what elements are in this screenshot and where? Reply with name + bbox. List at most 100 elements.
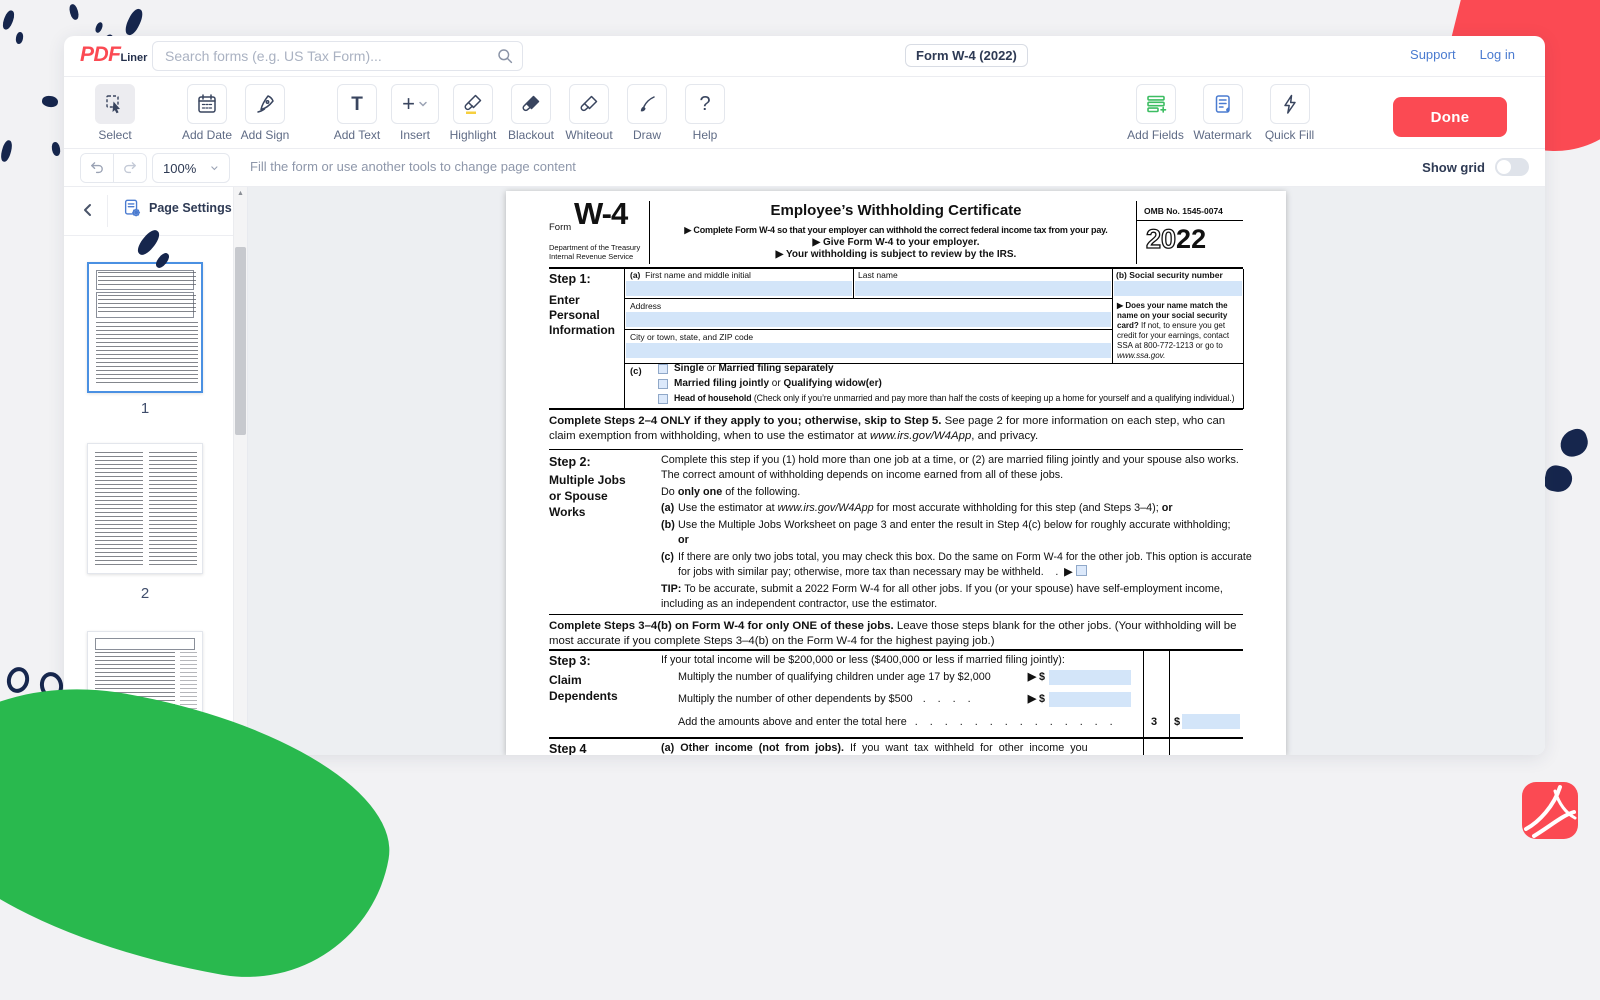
navy-blob [1557,426,1592,459]
page-1-thumbnail[interactable] [87,262,203,393]
head-of-household-checkbox[interactable] [658,394,668,404]
pdfliner-logo[interactable]: PDFLiner [80,43,147,67]
form-bullet2: ▶ Give Form W-4 to your employer. [649,237,1143,248]
step2-do-only-one: Do only one of the following. [661,485,800,500]
head-of-household-option-label: Head of household (Check only if you’re … [674,393,1234,403]
document-title-badge: Form W-4 (2022) [905,44,1028,67]
steps-3-4b-note: Complete Steps 3–4(b) on Form W-4 for on… [549,619,1243,648]
quick-fill-button[interactable]: Quick Fill [1256,84,1323,142]
login-link[interactable]: Log in [1480,47,1515,62]
step2-option-a: (a)Use the estimator at www.irs.gov/W4Ap… [661,501,1256,516]
step2-title3: Works [549,505,585,519]
zoom-level-value: 100% [163,161,196,176]
married-jointly-option-label: Married filing jointly or Qualifying wid… [674,378,882,389]
undo-icon [89,160,105,176]
add-fields-button[interactable]: Add Fields [1122,84,1189,142]
city-field[interactable] [626,343,1111,358]
form-title: Employee’s Withholding Certificate [649,202,1143,219]
first-name-label: (a) First name and middle initial [630,270,751,280]
blackout-brush-icon [520,93,542,115]
two-jobs-checkbox[interactable] [1076,565,1087,576]
ink-speck [123,7,146,37]
scroll-up-arrow-icon[interactable]: ▲ [234,187,247,201]
pages-sidebar: Page Settings 1 2 [64,187,248,755]
scrollbar-thumb[interactable] [235,247,246,435]
qualifying-children-field[interactable] [1049,670,1131,685]
omb-number: OMB No. 1545-0074 [1144,206,1223,216]
chevron-down-icon [210,162,219,174]
ssa-note: ▶ Does your name match the name on your … [1117,301,1241,361]
chevron-left-icon [80,202,96,218]
last-name-label: Last name [858,270,898,280]
zoom-level-dropdown[interactable]: 100% [152,153,230,183]
step3-label: Step 3: [549,654,591,668]
sidebar-scrollbar[interactable]: ▲ ▼ [233,187,247,755]
ssn-field[interactable] [1114,281,1242,296]
watermark-button[interactable]: Watermark [1189,84,1256,142]
blackout-button[interactable]: Blackout [502,84,560,142]
add-text-button[interactable]: T Add Text [328,84,386,142]
calendar-icon [196,93,218,115]
redo-icon [122,160,138,176]
signature-pen-icon [254,93,276,115]
page-settings-button[interactable]: Page Settings [122,198,232,218]
sub-toolbar: 100% Fill the form or use another tools … [64,149,1545,187]
step2-option-b: (b)Use the Multiple Jobs Worksheet on pa… [661,518,1238,547]
editor-toolbar: Select Add Date [64,77,1545,149]
form-bullet3: ▶ Your withholding is subject to review … [649,249,1143,260]
last-name-field[interactable] [855,281,1111,296]
step1-label: Step 1: [549,272,591,286]
page-2-thumbnail[interactable] [87,443,203,574]
search-input[interactable] [152,41,523,71]
draw-button[interactable]: Draw [618,84,676,142]
show-grid-toggle[interactable] [1495,158,1529,176]
highlight-button[interactable]: Highlight [444,84,502,142]
done-button[interactable]: Done [1393,97,1507,137]
first-name-field[interactable] [626,281,852,296]
step3-total-field[interactable] [1182,714,1240,729]
step1-title1: Enter [549,293,580,307]
undo-button[interactable] [81,154,114,182]
ink-speck [1,9,16,31]
address-field[interactable] [626,312,1111,327]
support-link[interactable]: Support [1410,47,1456,62]
step2-tip: TIP: To be accurate, submit a 2022 Form … [661,582,1233,611]
help-button[interactable]: ? Help [676,84,734,142]
page-2-label: 2 [87,585,203,602]
step3-intro: If your total income will be $200,000 or… [661,653,1065,668]
add-date-button[interactable]: Add Date [178,84,236,142]
select-tool-button[interactable]: Select [86,84,144,142]
ink-speck [68,3,80,21]
form-bullet1: ▶ Complete Form W-4 so that your employe… [649,225,1143,236]
question-mark-icon: ? [699,94,710,114]
step2-option-c: (c)If there are only two jobs total, you… [661,550,1258,579]
chevron-down-icon [418,99,428,109]
whiteout-button[interactable]: Whiteout [560,84,618,142]
step3-dollar-sign: $ [1174,716,1180,728]
w4-form-page: Form W-4 Department of the Treasury Inte… [506,191,1286,755]
step3-row-number: 3 [1151,716,1157,728]
page-settings-icon [122,198,142,218]
form-year: 2022 [1146,224,1206,255]
other-dependents-field[interactable] [1049,692,1131,707]
step3-total-row: Add the amounts above and enter the tota… [678,714,1136,731]
ink-speck [15,31,24,44]
select-cursor-icon [104,93,126,115]
ink-ring [4,665,32,696]
single-checkbox[interactable] [658,364,668,374]
insert-button[interactable]: + Insert [386,84,444,142]
toggle-knob [1497,160,1511,174]
document-canvas: Form W-4 Department of the Treasury Inte… [248,187,1545,755]
collapse-sidebar-button[interactable] [76,199,100,223]
search-icon[interactable] [497,48,513,64]
ink-speck [41,95,58,108]
step4-label: Step 4 [549,742,587,755]
redo-button[interactable] [114,154,146,182]
city-label: City or town, state, and ZIP code [630,332,753,342]
add-fields-icon [1145,93,1167,115]
dept-line2: Internal Revenue Service [549,252,633,261]
married-jointly-checkbox[interactable] [658,379,668,389]
top-header: PDFLiner Form W-4 (2022) Support Log in [64,36,1545,77]
add-sign-button[interactable]: Add Sign [236,84,294,142]
address-label: Address [630,301,661,311]
